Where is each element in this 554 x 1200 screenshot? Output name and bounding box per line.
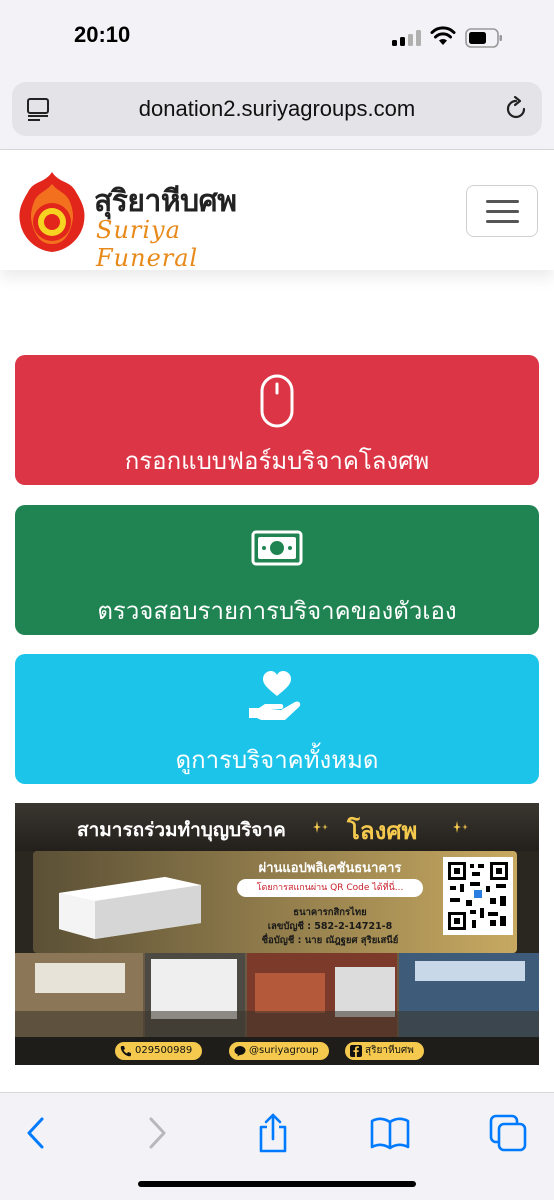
account-name: ชื่อบัญชี : นาย ณัฎฐยศ สุริยเสนีย์: [261, 935, 399, 946]
banner-title-accent: โลงศพ: [347, 817, 418, 845]
account-number: เลขบัญชี : 582-2-14721-8: [267, 921, 393, 932]
phone-icon: [120, 1046, 131, 1057]
facebook-icon: [350, 1045, 362, 1057]
phone-contact: 029500989: [115, 1042, 203, 1060]
mouse-icon: [260, 374, 294, 428]
check-my-donations-button[interactable]: ตรวจสอบรายการบริจาคของตัวเอง: [15, 505, 539, 635]
view-all-donations-button[interactable]: ดูการบริจาคทั้งหมด: [15, 654, 539, 784]
hand-holding-heart-icon: [249, 671, 301, 720]
site-header: สุริยาหีบศพ Suriya Funeral: [0, 150, 554, 272]
facebook-contact: สุริยาหีบศพ: [345, 1042, 424, 1060]
menu-bar: [486, 220, 519, 223]
sparkle-icon: [313, 821, 328, 833]
donation-form-button[interactable]: กรอกแบบฟอร์มบริจาคโลงศพ: [15, 355, 539, 485]
browser-address-area: donation2.suriyagroups.com: [0, 72, 554, 150]
flame-logo-icon: [19, 172, 85, 252]
share-icon[interactable]: [251, 1111, 295, 1155]
qr-code-image: [443, 857, 513, 935]
bank-heading: ผ่านแอปพลิเคชันธนาคาร: [258, 861, 402, 876]
site-logo[interactable]: สุริยาหีบศพ Suriya Funeral: [14, 170, 274, 272]
money-bill-icon: [251, 530, 303, 566]
donation-banner: สามารถร่วมทำบุญบริจาค โลงศพ ผ่านแอปพลิเค…: [15, 803, 539, 1065]
line-contact: @suriyagroup: [229, 1042, 329, 1060]
view-all-donations-label: ดูการบริจาคทั้งหมด: [175, 746, 379, 774]
status-bar: 20:10: [0, 0, 554, 72]
phone-number: 029500989: [135, 1045, 193, 1056]
banner-title: สามารถร่วมทำบุญบริจาค: [77, 819, 286, 841]
reload-icon[interactable]: [502, 95, 530, 123]
bank-info: ผ่านแอปพลิเคชันธนาคาร โดยการสแกนผ่าน QR …: [231, 853, 429, 949]
status-time: 20:10: [74, 22, 131, 47]
wifi-icon: [430, 26, 456, 45]
cellular-signal-icon: [392, 30, 422, 46]
logo-english-text: Suriya Funeral: [96, 216, 199, 272]
bank-name: ธนาคารกสิกรไทย: [293, 907, 367, 918]
forward-chevron-icon[interactable]: [134, 1111, 178, 1155]
team-photos-image: [15, 953, 539, 1037]
white-casket-image: [59, 877, 201, 939]
menu-bar: [486, 200, 519, 203]
line-app-icon: [234, 1046, 246, 1057]
donation-form-label: กรอกแบบฟอร์มบริจาคโลงศพ: [124, 447, 430, 475]
back-chevron-icon[interactable]: [15, 1111, 59, 1155]
banner-title-bar: สามารถร่วมทำบุญบริจาค โลงศพ: [15, 803, 539, 851]
url-text: donation2.suriyagroups.com: [138, 96, 416, 121]
battery-icon: [465, 28, 502, 48]
hamburger-menu-button[interactable]: [466, 185, 538, 237]
address-bar[interactable]: donation2.suriyagroups.com: [12, 82, 542, 136]
banner-main-panel: ผ่านแอปพลิเคชันธนาคาร โดยการสแกนผ่าน QR …: [33, 851, 517, 953]
line-id: @suriyagroup: [249, 1045, 319, 1056]
bookmarks-icon[interactable]: [368, 1111, 412, 1155]
check-my-donations-label: ตรวจสอบรายการบริจาคของตัวเอง: [97, 597, 457, 625]
tabs-icon[interactable]: [486, 1111, 530, 1155]
facebook-page: สุริยาหีบศพ: [365, 1045, 414, 1056]
browser-toolbar: [0, 1092, 554, 1200]
home-indicator: [138, 1181, 416, 1187]
qr-scan-note: โดยการสแกนผ่าน QR Code ได้ที่นี่...: [237, 879, 423, 897]
sparkle-icon: [453, 821, 468, 833]
menu-bar: [486, 210, 519, 213]
banner-contact-bar: 029500989 @suriyagroup สุริยาหีบศพ: [15, 1037, 539, 1065]
